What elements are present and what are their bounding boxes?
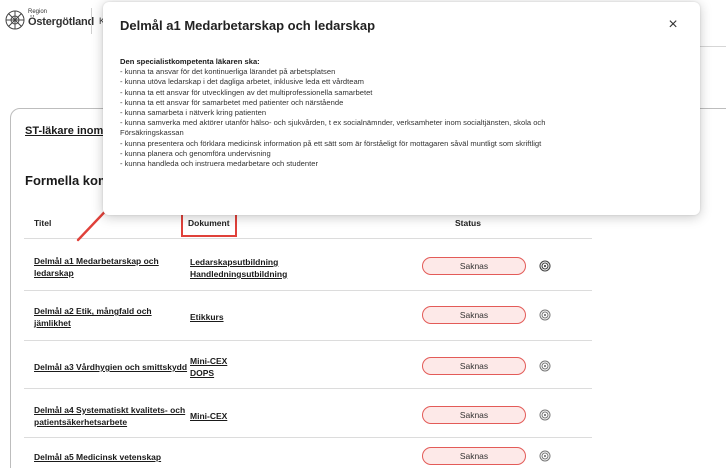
target-icon[interactable] bbox=[539, 360, 551, 372]
status-badge: Saknas bbox=[422, 357, 526, 375]
document-link[interactable]: Etikkurs bbox=[190, 311, 224, 323]
target-icon[interactable] bbox=[539, 309, 551, 321]
status-badge: Saknas bbox=[422, 257, 526, 275]
modal-body: Den specialistkompetenta läkaren ska: - … bbox=[120, 57, 695, 169]
list-item: Försäkringskassan bbox=[120, 128, 184, 138]
row-title-link[interactable]: Delmål a4 Systematiskt kvalitets- och pa… bbox=[34, 404, 192, 428]
goal-list: - kunna ta ansvar för det kontinuerliga … bbox=[120, 67, 695, 169]
row-title-link[interactable]: Delmål a2 Etik, mångfald och jämlikhet bbox=[34, 305, 169, 329]
row-title-link[interactable]: Delmål a5 Medicinsk vetenskap bbox=[34, 451, 184, 463]
row-divider bbox=[24, 290, 592, 291]
status-badge: Saknas bbox=[422, 306, 526, 324]
document-link[interactable]: Mini-CEX bbox=[190, 410, 227, 422]
list-item: - kunna ta ett ansvar för utvecklingen a… bbox=[120, 87, 373, 97]
row-divider bbox=[24, 238, 592, 239]
header-divider bbox=[91, 8, 92, 34]
info-modal: Delmål a1 Medarbetarskap och ledarskap ×… bbox=[103, 2, 700, 215]
status-badge: Saknas bbox=[422, 406, 526, 424]
list-item: - kunna presentera och förklara medicins… bbox=[120, 138, 542, 148]
document-link[interactable]: Mini-CEX bbox=[190, 355, 227, 367]
region-logo[interactable]: Region Östergötland bbox=[4, 7, 94, 37]
document-link[interactable]: Handledningsutbildning bbox=[190, 268, 287, 280]
list-item: - kunna utöva ledarskap i det dagliga ar… bbox=[120, 77, 364, 87]
list-item: - kunna planera och genomföra undervisni… bbox=[120, 148, 271, 158]
row-divider bbox=[24, 437, 592, 438]
target-icon[interactable] bbox=[539, 260, 551, 272]
row-divider bbox=[24, 340, 592, 341]
list-item: - kunna samarbeta i nätverk kring patien… bbox=[120, 108, 267, 118]
region-logo-icon bbox=[5, 10, 25, 30]
modal-intro: Den specialistkompetenta läkaren ska: bbox=[120, 57, 260, 66]
row-title-link[interactable]: Delmål a1 Medarbetarskap och ledarskap bbox=[34, 255, 184, 279]
row-title-link[interactable]: Delmål a3 Vårdhygien och smittskydd bbox=[34, 361, 194, 373]
document-link[interactable]: DOPS bbox=[190, 367, 214, 379]
document-link[interactable]: Ledarskapsutbildning bbox=[190, 256, 278, 268]
list-item: - kunna ta ansvar för det kontinuerliga … bbox=[120, 67, 336, 77]
list-item: - kunna ta ett ansvar för samarbetet med… bbox=[120, 97, 344, 107]
modal-title: Delmål a1 Medarbetarskap och ledarskap bbox=[120, 18, 376, 33]
logo-small-text: Region bbox=[28, 9, 48, 15]
logo-name: Östergötland bbox=[28, 16, 95, 28]
column-header-status: Status bbox=[455, 218, 481, 228]
target-icon[interactable] bbox=[539, 409, 551, 421]
target-icon[interactable] bbox=[539, 450, 551, 462]
list-item: - kunna handleda och instruera medarbeta… bbox=[120, 159, 318, 169]
st-lakare-link[interactable]: ST-läkare inom bbox=[25, 125, 103, 137]
status-badge: Saknas bbox=[422, 447, 526, 465]
row-divider bbox=[24, 388, 592, 389]
list-item: - kunna samverka med aktörer utanför häl… bbox=[120, 118, 546, 128]
close-icon[interactable]: × bbox=[663, 15, 683, 35]
column-header-title: Titel bbox=[34, 218, 52, 228]
